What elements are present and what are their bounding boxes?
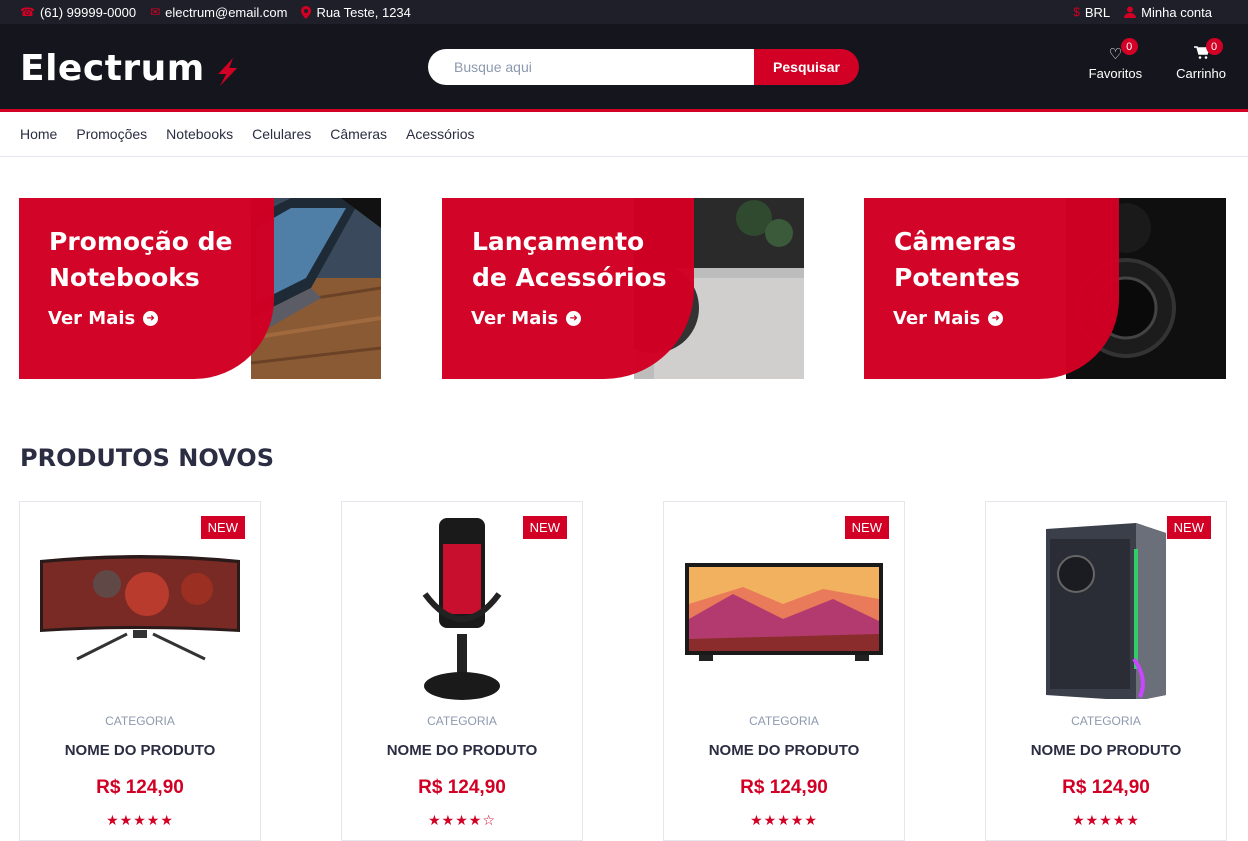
heart-icon: ♡ 0 <box>1109 38 1138 64</box>
nav-item-celulares[interactable]: Celulares <box>252 126 311 142</box>
banner-title-line1: Câmeras <box>894 227 1017 256</box>
banner-title-line2: Potentes <box>894 263 1020 292</box>
product-name[interactable]: NOME DO PRODUTO <box>342 742 582 759</box>
rating-stars: ★★★★★ <box>1072 812 1140 828</box>
dollar-icon: $ <box>1073 5 1080 19</box>
product-price: R$ 124,90 <box>96 777 184 798</box>
monitor-image <box>40 555 240 661</box>
rating-stars: ★★★★☆ <box>428 812 496 828</box>
product-category: CATEGORIA <box>1071 714 1141 728</box>
header-actions: ♡ 0 Favoritos 0 Carrinho <box>1088 38 1226 81</box>
new-badge: NEW <box>200 516 245 539</box>
promo-banners: Promoção de Notebooks Ver Mais ➜ Lançame… <box>19 198 1227 379</box>
nav-item-notebooks[interactable]: Notebooks <box>166 126 233 142</box>
new-badge: NEW <box>522 516 567 539</box>
phone-icon: ☎ <box>20 5 35 19</box>
email-text: electrum@email.com <box>165 4 288 20</box>
account-link[interactable]: Minha conta <box>1124 5 1212 20</box>
pc-case-image <box>1046 523 1166 699</box>
product-category: CATEGORIA <box>105 714 175 728</box>
address-item[interactable]: Rua Teste, 1234 <box>301 4 411 20</box>
product-card[interactable]: NEW CATEGORIA NOME DO PRODUTO R$ 124,90 … <box>985 501 1227 841</box>
category-nav: Home Promoções Notebooks Celulares Câmer… <box>0 112 1248 157</box>
address-text: Rua Teste, 1234 <box>316 4 411 20</box>
product-image <box>20 514 260 704</box>
product-image <box>342 514 582 704</box>
arrow-circle-right-icon: ➜ <box>988 311 1004 326</box>
new-badge: NEW <box>844 516 889 539</box>
banner-cta-label: Ver Mais <box>48 308 136 329</box>
banner-title-line2: de Acessórios <box>472 263 667 292</box>
favorites-label: Favoritos <box>1088 66 1143 81</box>
logo[interactable]: Electrum <box>20 48 237 89</box>
banner-acessorios[interactable]: Lançamento de Acessórios Ver Mais ➜ <box>442 198 804 379</box>
rating-stars: ★★★★★ <box>750 812 818 828</box>
product-name[interactable]: NOME DO PRODUTO <box>986 742 1226 759</box>
email-item[interactable]: ✉ electrum@email.com <box>150 5 287 20</box>
product-name[interactable]: NOME DO PRODUTO <box>20 742 260 759</box>
banner-title-line2: Notebooks <box>49 263 200 292</box>
banner-title-line1: Promoção de <box>49 227 233 256</box>
logo-text: Electrum <box>20 48 205 89</box>
banner-title: Lançamento de Acessórios <box>472 224 667 296</box>
arrow-circle-right-icon: ➜ <box>143 311 159 326</box>
search-button[interactable]: Pesquisar <box>754 49 859 85</box>
top-bar: ☎ (61) 99999-0000 ✉ electrum@email.com R… <box>0 0 1248 24</box>
currency-text: BRL <box>1084 4 1111 20</box>
product-image <box>986 514 1226 704</box>
banner-cta[interactable]: Ver Mais ➜ <box>48 308 159 329</box>
product-card[interactable]: NEW CATEGORIA NOME DO PRODUTO R$ 124,90 … <box>19 501 261 841</box>
favorites-link[interactable]: ♡ 0 Favoritos <box>1088 38 1143 81</box>
envelope-icon: ✉ <box>150 5 161 19</box>
favorites-count-badge: 0 <box>1120 38 1138 55</box>
nav-item-acessorios[interactable]: Acessórios <box>406 126 474 142</box>
section-title: PRODUTOS NOVOS <box>20 444 274 472</box>
nav-item-cameras[interactable]: Câmeras <box>330 126 387 142</box>
phone-item[interactable]: ☎ (61) 99999-0000 <box>20 5 136 20</box>
banner-title: Câmeras Potentes <box>894 224 1020 296</box>
product-name[interactable]: NOME DO PRODUTO <box>664 742 904 759</box>
banner-cameras[interactable]: Câmeras Potentes Ver Mais ➜ <box>864 198 1226 379</box>
product-price: R$ 124,90 <box>1062 777 1150 798</box>
account-text: Minha conta <box>1141 4 1212 20</box>
microphone-image <box>422 518 502 700</box>
user-icon <box>1124 6 1137 18</box>
shopping-cart-icon: 0 <box>1193 38 1223 64</box>
banner-cta-label: Ver Mais <box>893 308 981 329</box>
cart-count-badge: 0 <box>1205 38 1223 55</box>
banner-title: Promoção de Notebooks <box>49 224 232 296</box>
product-card[interactable]: NEW CATEGORIA NOME DO PRODUTO R$ 124,90 … <box>341 501 583 841</box>
banner-cta[interactable]: Ver Mais ➜ <box>893 308 1004 329</box>
contact-info: ☎ (61) 99999-0000 ✉ electrum@email.com R… <box>20 5 411 20</box>
product-price: R$ 124,90 <box>418 777 506 798</box>
map-marker-icon <box>301 5 312 19</box>
tv-image <box>685 563 883 661</box>
rating-stars: ★★★★★ <box>106 812 174 828</box>
currency-selector[interactable]: $ BRL <box>1073 5 1110 20</box>
search-form: Pesquisar <box>428 49 859 85</box>
banner-title-line1: Lançamento <box>472 227 645 256</box>
search-input[interactable] <box>428 49 754 85</box>
phone-text: (61) 99999-0000 <box>39 4 137 20</box>
product-category: CATEGORIA <box>427 714 497 728</box>
account-links: $ BRL Minha conta <box>1073 5 1228 20</box>
new-badge: NEW <box>1166 516 1211 539</box>
product-card[interactable]: NEW CATEGORIA NOME DO PRODUTO R$ 124,90 … <box>663 501 905 841</box>
cart-link[interactable]: 0 Carrinho <box>1176 38 1226 81</box>
arrow-circle-right-icon: ➜ <box>566 311 582 326</box>
cart-label: Carrinho <box>1176 66 1226 81</box>
product-category: CATEGORIA <box>749 714 819 728</box>
banner-cta[interactable]: Ver Mais ➜ <box>471 308 582 329</box>
lightning-bolt-icon <box>217 57 237 86</box>
banner-notebooks[interactable]: Promoção de Notebooks Ver Mais ➜ <box>19 198 381 379</box>
product-image <box>664 514 904 704</box>
nav-item-promocoes[interactable]: Promoções <box>76 126 147 142</box>
banner-cta-label: Ver Mais <box>471 308 559 329</box>
main-header: Electrum Pesquisar ♡ 0 Favoritos 0 Carri… <box>0 24 1248 112</box>
nav-item-home[interactable]: Home <box>20 126 57 142</box>
product-price: R$ 124,90 <box>740 777 828 798</box>
